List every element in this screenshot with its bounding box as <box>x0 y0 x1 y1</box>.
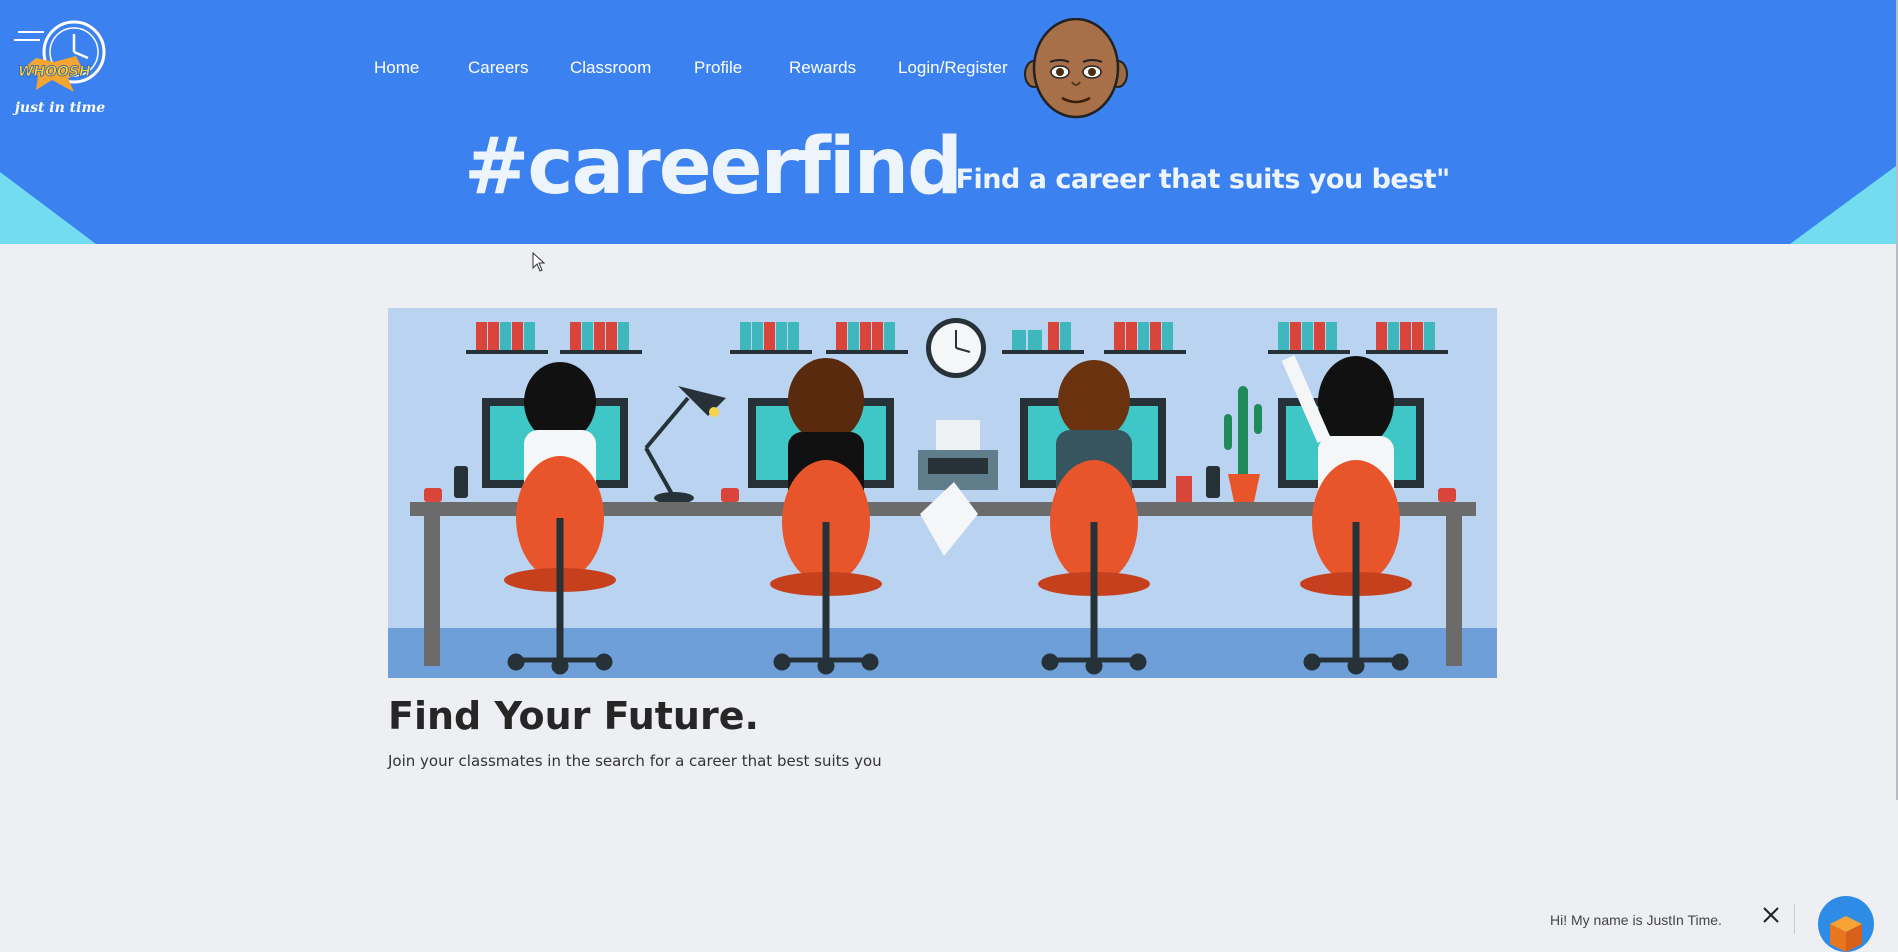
hero-tagline: "Find a career that suits you best" <box>942 164 1450 195</box>
svg-text:WHOOSH: WHOOSH <box>18 64 91 80</box>
chatbot-greeting[interactable]: Hi! My name is JustIn Time. <box>1550 912 1722 928</box>
chat-divider <box>1794 904 1795 934</box>
avatar-face-icon[interactable] <box>1024 18 1128 122</box>
nav-profile[interactable]: Profile <box>694 58 742 78</box>
site-logo[interactable]: WHOOSH just in time <box>14 18 114 126</box>
chatbot-launcher[interactable] <box>1818 896 1874 952</box>
nav-careers[interactable]: Careers <box>468 58 528 78</box>
cursor-icon <box>532 252 546 272</box>
nav-classroom[interactable]: Classroom <box>570 58 651 78</box>
nav-rewards[interactable]: Rewards <box>789 58 856 78</box>
office-illustration <box>388 308 1497 678</box>
chatbot-icon <box>1830 916 1862 952</box>
page-headline: Find Your Future. <box>388 694 759 738</box>
clock-logo-icon: WHOOSH <box>14 20 106 92</box>
decorative-triangle-right <box>1790 166 1896 244</box>
decorative-triangle-left <box>0 172 96 244</box>
site-header: WHOOSH just in time Home Careers Classro… <box>0 0 1896 244</box>
nav-login-register[interactable]: Login/Register <box>898 58 1008 78</box>
page-subline: Join your classmates in the search for a… <box>388 752 882 770</box>
nav-home[interactable]: Home <box>374 58 419 78</box>
close-icon[interactable] <box>1760 904 1782 926</box>
logo-tagline: just in time <box>14 100 106 116</box>
hashtag-title: #careerfind <box>464 122 963 212</box>
